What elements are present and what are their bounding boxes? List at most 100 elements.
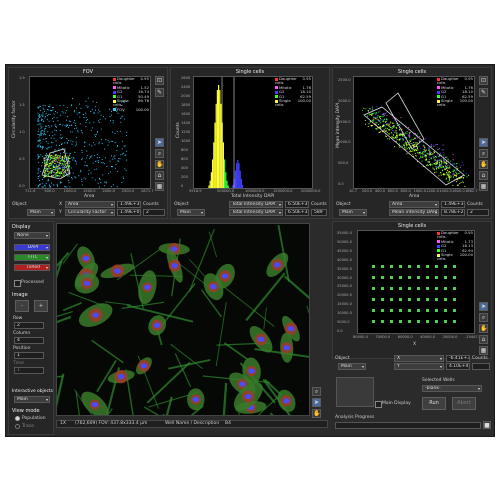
zoom-icon[interactable]: ⌕ [312,387,321,396]
x-value-field[interactable]: -6.41E+3 [446,355,470,362]
fov-point [105,182,107,184]
display-mode-select[interactable]: None [14,232,50,239]
zoom-reset-icon[interactable]: ⊡ [479,76,488,85]
scatter-point [428,149,431,151]
hand-icon[interactable]: ✋ [479,160,488,169]
scatter-point [398,134,400,136]
scatter-point [386,120,388,122]
grid-icon[interactable]: ▦ [479,182,488,191]
fov-point [100,128,102,130]
y-param-select[interactable]: Mean intensity DAPI [389,209,439,216]
y-value-field[interactable]: 4.10E+4 [446,363,470,370]
zoom-reset-icon[interactable]: ⊡ [155,76,164,85]
previous-image-button[interactable]: - [15,300,29,312]
scatter-point [463,170,465,172]
population-radio[interactable] [15,416,20,421]
position-field[interactable]: 1 [14,352,44,359]
interactive-objects-select[interactable]: Main [14,396,50,403]
x-param-select[interactable]: Area [389,201,439,208]
fov-point [58,171,60,173]
scatter-point [405,146,407,148]
object-select[interactable]: Main [27,209,55,216]
fov-point [47,113,49,115]
object-select[interactable]: Main [339,209,367,216]
scatter-point [432,167,434,169]
y-value-field[interactable]: 6.50E+3 [285,209,309,216]
trace-radio[interactable] [15,424,20,429]
processed-checkbox[interactable] [14,280,21,287]
scatter-point [373,118,375,120]
object-label: Object [12,202,27,207]
zoom-icon[interactable]: ⌕ [479,313,488,322]
fov-point [37,112,39,114]
x-param-select[interactable]: X [394,355,444,362]
object-select[interactable]: Main [177,209,205,216]
fov-point [66,109,68,112]
y-value-field[interactable]: 8.78E+2 [441,209,465,216]
gate-icon[interactable]: ⌂ [479,335,488,344]
x-param-select[interactable]: Total Intensity DAPI [229,201,283,208]
fov-point [94,160,96,162]
pointer-icon[interactable]: ➤ [479,138,488,147]
hand-icon[interactable]: ✋ [479,324,488,333]
channel-select[interactable]: FITC [14,254,50,261]
fov-point [98,186,100,188]
fov-point [124,168,126,170]
abort-button[interactable]: Abort [452,397,476,410]
scatter-point [412,143,414,145]
x-value-field[interactable]: 6.50E+3 [285,201,309,208]
main-display-checkbox[interactable] [375,401,382,408]
channel-select[interactable]: DAPI [14,244,50,251]
fov-point [53,157,55,159]
fov-point [54,154,56,156]
fov-point [64,163,67,165]
legend-swatch [437,249,440,253]
x-value-field[interactable]: 1.49E+3 [117,201,141,208]
fov-point [46,148,48,150]
fov-point [42,146,44,148]
fov-point [63,165,65,167]
fov-point [68,182,70,184]
scatter-point [395,127,397,129]
scatter-point [395,123,397,125]
fov-point [57,176,59,178]
stop-icon[interactable]: ■ [483,421,491,429]
zoom-icon[interactable]: ⌕ [155,149,164,158]
hand-icon[interactable]: ✋ [312,409,321,418]
channel-select[interactable]: TxRed [14,264,50,271]
pointer-icon[interactable]: ➤ [479,302,488,311]
y-param-select[interactable]: Circularity Factor [65,209,115,216]
object-select[interactable]: Main [338,363,366,370]
plate-well-marker [399,298,402,301]
x-value-field[interactable]: 1.49E+3 [441,201,465,208]
pointer-icon[interactable]: ➤ [312,398,321,407]
hand-icon[interactable]: ✋ [155,160,164,169]
wand-icon[interactable]: ✎ [479,88,488,97]
y-param-select[interactable]: Y [394,363,444,370]
zoom-icon[interactable]: ⌕ [479,149,488,158]
y-tick-label: 1000.0 [338,140,351,145]
next-image-button[interactable]: + [34,300,48,312]
run-button[interactable]: Run [422,397,446,410]
fov-point [86,165,88,167]
fov-point [98,143,100,145]
wand-icon[interactable]: ✎ [155,88,164,97]
y-param-select[interactable]: Total Intensity DAPI [229,209,283,216]
plate-well-marker [417,287,420,290]
grid-icon[interactable]: ▦ [155,182,164,191]
gate-icon[interactable]: ⌂ [479,171,488,180]
selected-wells-select[interactable]: -blank- [422,385,482,392]
fov-point [70,105,72,107]
grid-icon[interactable]: ▦ [479,346,488,355]
pointer-icon[interactable]: ➤ [155,138,164,147]
microscopy-image[interactable] [56,223,310,416]
scatter-point [388,138,390,140]
y-value-field[interactable]: 1.49E+0 [117,209,141,216]
scatter-point [415,146,417,148]
plate-well-marker [381,320,384,323]
column-field[interactable]: 4 [14,337,44,344]
gate-icon[interactable]: ⌂ [155,171,164,180]
x-tick-label: 1400.0 [439,189,452,193]
row-field[interactable]: 2 [14,322,44,329]
x-param-select[interactable]: Area [65,201,115,208]
